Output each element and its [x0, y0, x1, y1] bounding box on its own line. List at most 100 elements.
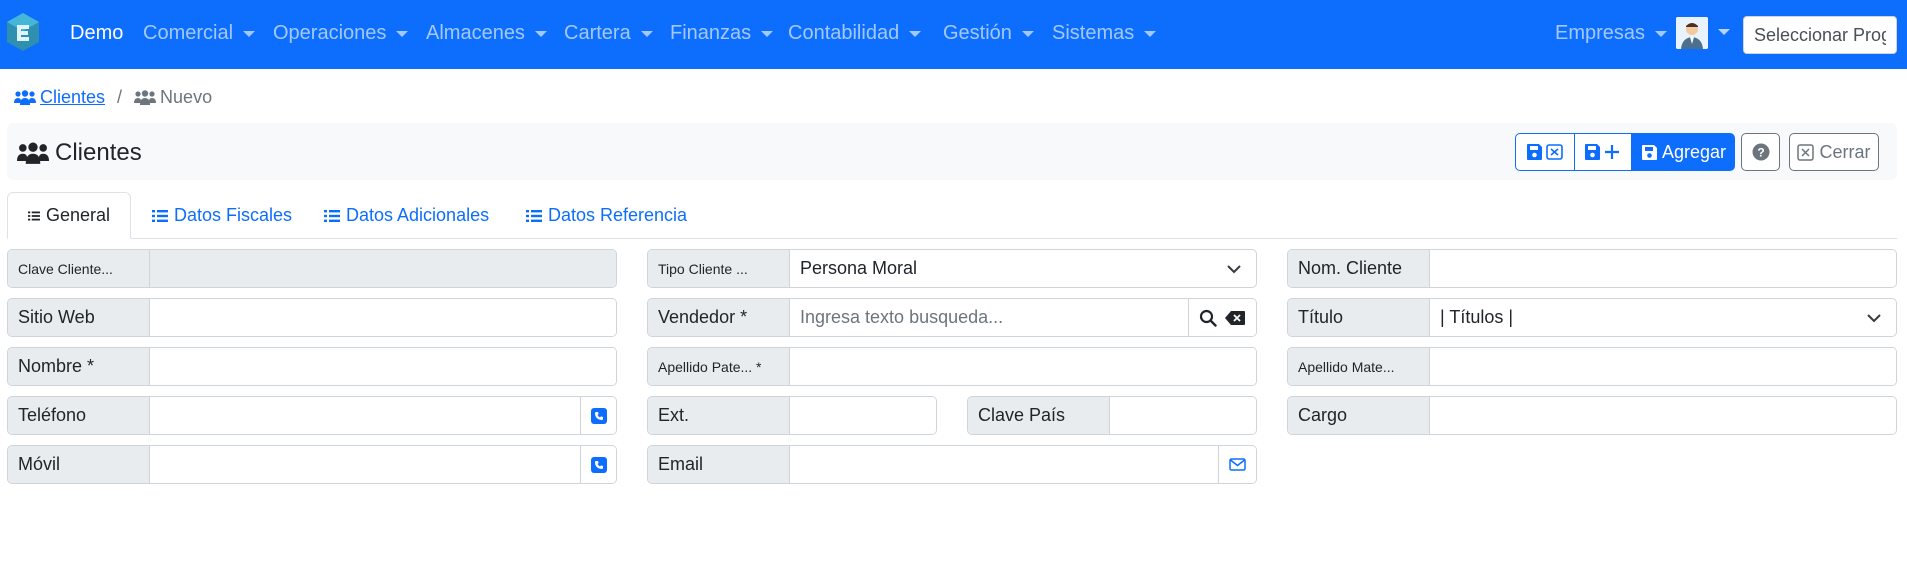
list-icon [526, 209, 542, 222]
nombre-label: Nombre * [8, 348, 150, 385]
tipo-cliente-select[interactable]: Persona Moral [790, 250, 1256, 287]
tab-datos-adicionales[interactable]: Datos Adicionales [304, 192, 509, 239]
nombre-field: Nombre * [7, 347, 617, 386]
caret-down-icon [909, 30, 922, 37]
page-title: Clientes [17, 139, 142, 167]
user-avatar[interactable] [1676, 17, 1708, 49]
apellido-materno-label: Apellido Mate... [1288, 348, 1430, 385]
backspace-clear-icon[interactable] [1224, 310, 1246, 326]
nav-menu-cartera[interactable]: Cartera [564, 22, 653, 45]
caret-down-icon [1021, 30, 1034, 37]
save-close-icon [1527, 144, 1563, 160]
nav-menu-operaciones[interactable]: Operaciones [273, 22, 409, 45]
list-icon [28, 211, 40, 220]
telefono-label: Teléfono [8, 397, 150, 434]
titulo-select[interactable]: | Títulos | [1430, 299, 1896, 336]
nav-menu-sistemas[interactable]: Sistemas [1052, 22, 1157, 45]
save-button-group: Agregar [1515, 133, 1735, 171]
clave-pais-input[interactable] [1110, 397, 1256, 434]
caret-down-icon [761, 30, 774, 37]
caret-down-icon [640, 30, 653, 37]
chevron-down-icon [1867, 313, 1881, 322]
apellido-paterno-input[interactable] [790, 348, 1256, 385]
user-avatar-icon [1676, 17, 1708, 49]
cargo-input[interactable] [1430, 397, 1896, 434]
users-icon [14, 90, 36, 105]
breadcrumb-link-clientes[interactable]: Clientes [14, 87, 105, 108]
nom-cliente-field: Nom. Cliente [1287, 249, 1897, 288]
list-icon [152, 209, 168, 222]
nav-menu-comercial[interactable]: Comercial [143, 22, 256, 45]
clave-cliente-label: Clave Cliente... [8, 250, 150, 287]
titulo-value: | Títulos | [1440, 307, 1514, 327]
list-icon [324, 209, 340, 222]
clave-pais-field: Clave País [967, 396, 1257, 435]
ext-input[interactable] [790, 397, 936, 434]
close-square-icon [1797, 143, 1815, 161]
telefono-input[interactable] [150, 397, 580, 434]
sitio-web-field: Sitio Web [7, 298, 617, 337]
breadcrumb-current: Nuevo [134, 87, 212, 108]
nav-menu-gestion[interactable]: Gestión [943, 22, 1034, 45]
help-button[interactable]: ? [1741, 133, 1780, 171]
save-and-close-button[interactable] [1515, 133, 1575, 171]
phone-icon [590, 407, 607, 424]
email-send-button[interactable] [1218, 446, 1256, 483]
titulo-label: Título [1288, 299, 1430, 336]
telefono-field: Teléfono [7, 396, 617, 435]
nav-menu-finanzas[interactable]: Finanzas [670, 22, 774, 45]
nom-cliente-label: Nom. Cliente [1288, 250, 1430, 287]
movil-label: Móvil [8, 446, 150, 483]
user-menu-caret-icon[interactable] [1718, 29, 1730, 35]
nav-brand-demo[interactable]: Demo [70, 22, 123, 45]
tab-datos-fiscales[interactable]: Datos Fiscales [132, 192, 312, 239]
caret-down-icon [1144, 30, 1157, 37]
ext-label: Ext. [648, 397, 790, 434]
tab-general[interactable]: General [7, 192, 131, 239]
phone-icon [590, 456, 607, 473]
search-icon[interactable] [1199, 309, 1217, 327]
breadcrumb: Clientes / Nuevo [14, 87, 212, 108]
users-icon [134, 90, 157, 105]
tab-datos-referencia[interactable]: Datos Referencia [506, 192, 707, 239]
clave-pais-label: Clave País [968, 397, 1110, 434]
email-input[interactable] [790, 446, 1218, 483]
save-and-new-button[interactable] [1575, 133, 1632, 171]
vendedor-field: Vendedor * [647, 298, 1257, 337]
app-logo-icon[interactable] [6, 12, 40, 52]
nombre-input[interactable] [150, 348, 616, 385]
users-icon [17, 142, 49, 164]
nav-menu-empresas[interactable]: Empresas [1555, 22, 1668, 45]
telefono-phone-button[interactable] [580, 397, 616, 434]
nav-menu-almacenes[interactable]: Almacenes [426, 22, 547, 45]
save-plus-icon [1585, 144, 1619, 160]
sitio-web-input[interactable] [150, 299, 616, 336]
email-label: Email [648, 446, 790, 483]
clave-cliente-field: Clave Cliente... [7, 249, 617, 288]
program-search-input[interactable] [1743, 16, 1897, 54]
tipo-cliente-field: Tipo Cliente ... Persona Moral [647, 249, 1257, 288]
chevron-down-icon [1227, 264, 1241, 273]
sitio-web-label: Sitio Web [8, 299, 150, 336]
caret-down-icon [1655, 30, 1668, 37]
nom-cliente-input[interactable] [1430, 250, 1896, 287]
top-navbar: Demo Comercial Operaciones Almacenes Car… [0, 0, 1907, 69]
caret-down-icon [243, 30, 256, 37]
ext-field: Ext. [647, 396, 937, 435]
close-button[interactable]: Cerrar [1789, 133, 1879, 171]
vendedor-search-input[interactable] [790, 299, 1188, 336]
movil-field: Móvil [7, 445, 617, 484]
tipo-cliente-value: Persona Moral [800, 258, 918, 278]
caret-down-icon [396, 30, 409, 37]
apellido-materno-field: Apellido Mate... [1287, 347, 1897, 386]
movil-input[interactable] [150, 446, 580, 483]
caret-down-icon [534, 30, 547, 37]
add-button[interactable]: Agregar [1632, 133, 1735, 171]
clave-cliente-input [150, 250, 616, 287]
movil-phone-button[interactable] [580, 446, 616, 483]
apellido-materno-input[interactable] [1430, 348, 1896, 385]
question-circle-icon: ? [1752, 143, 1769, 161]
svg-text:?: ? [1757, 146, 1764, 160]
nav-menu-contabilidad[interactable]: Contabilidad [788, 22, 922, 45]
vendedor-actions [1188, 299, 1256, 336]
